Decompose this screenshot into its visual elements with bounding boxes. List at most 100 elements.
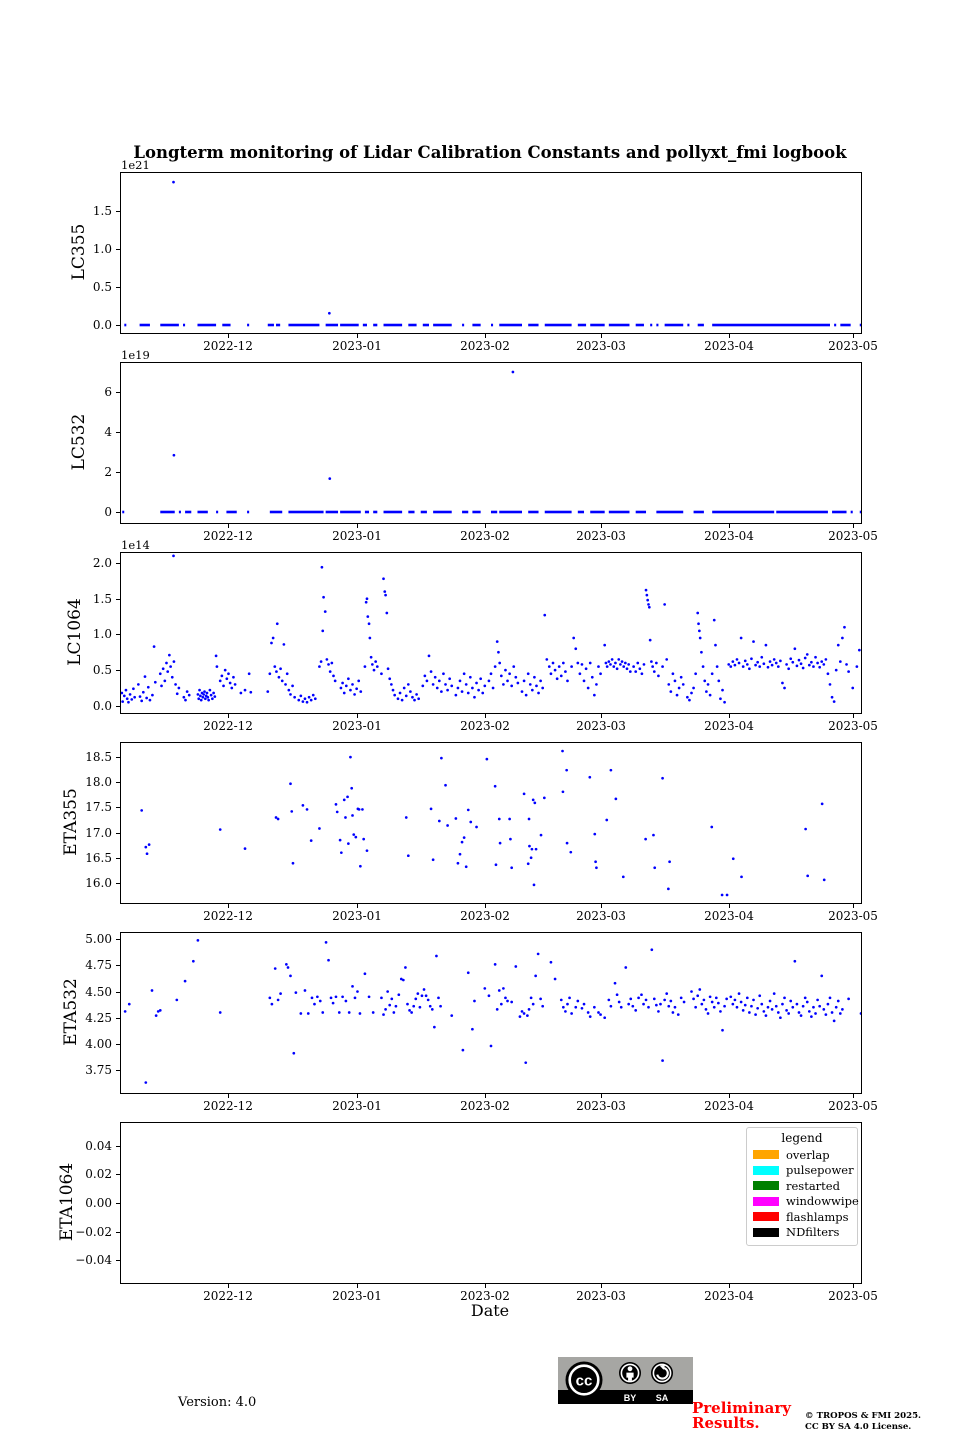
- data-point: [344, 684, 348, 688]
- y-tick-mark: [116, 211, 120, 212]
- data-point: [595, 866, 598, 870]
- y-tick-label: 16.0: [85, 876, 112, 890]
- data-point: [822, 1007, 826, 1011]
- data-point: [133, 695, 136, 699]
- y-tick-mark: [116, 1260, 120, 1261]
- x-tick-label: 2023-03: [576, 339, 626, 353]
- data-point: [205, 691, 209, 695]
- data-point: [735, 658, 739, 661]
- data-point: [745, 663, 749, 666]
- y-tick-mark: [116, 1018, 120, 1019]
- data-point: [218, 1011, 222, 1014]
- data-point: [604, 661, 608, 665]
- data-point: [644, 837, 647, 841]
- data-point: [289, 974, 292, 978]
- x-tick-mark: [228, 714, 229, 718]
- zero-line-segment: [340, 510, 361, 514]
- y-tick-mark: [116, 807, 120, 808]
- data-point: [529, 856, 533, 860]
- x-tick-label: 2023-01: [332, 1099, 382, 1113]
- data-point: [539, 833, 543, 837]
- zero-line-segment: [590, 323, 605, 327]
- data-point: [320, 565, 324, 569]
- data-point: [213, 695, 217, 698]
- data-point: [754, 1013, 757, 1016]
- data-point: [766, 1005, 770, 1009]
- data-point: [268, 996, 272, 1000]
- data-point: [415, 693, 418, 696]
- data-point: [522, 792, 526, 796]
- data-point: [698, 988, 702, 991]
- data-point: [667, 683, 671, 686]
- y-tick-label: 18.5: [85, 750, 112, 764]
- data-point: [675, 693, 679, 697]
- data-point: [328, 311, 331, 315]
- data-point: [128, 693, 132, 696]
- data-point: [329, 996, 333, 1000]
- x-tick-mark: [853, 904, 854, 908]
- data-point: [541, 1004, 545, 1008]
- data-point: [410, 1011, 413, 1014]
- zero-line-segment: [650, 323, 653, 327]
- data-point: [595, 683, 598, 686]
- data-point: [580, 1006, 584, 1010]
- data-point: [783, 996, 786, 1000]
- zero-line-segment: [697, 323, 704, 327]
- y-tick-label: 1.0: [92, 627, 112, 641]
- data-point: [679, 675, 683, 679]
- data-point: [559, 998, 563, 1002]
- data-point: [816, 661, 819, 665]
- data-point: [404, 966, 407, 969]
- data-point: [177, 686, 181, 690]
- data-point: [354, 835, 358, 839]
- data-point: [332, 674, 335, 678]
- data-point: [841, 1007, 844, 1011]
- data-point: [294, 991, 298, 994]
- data-point: [337, 1011, 341, 1014]
- data-point: [612, 665, 616, 668]
- zero-line-segment: [160, 323, 179, 327]
- data-point: [355, 687, 358, 691]
- data-point: [565, 768, 569, 772]
- data-point: [352, 833, 356, 836]
- data-point: [619, 1005, 623, 1009]
- data-point: [145, 852, 149, 856]
- y-tick-label: 4.00: [85, 1037, 112, 1051]
- x-tick-label: 2023-05: [828, 529, 878, 543]
- zero-line-segment: [185, 510, 192, 514]
- data-point: [785, 1009, 788, 1012]
- data-point: [279, 992, 282, 996]
- y-tick-mark: [116, 1232, 120, 1233]
- x-tick-label: 2022-12: [203, 1289, 253, 1303]
- data-point: [667, 1004, 671, 1008]
- data-point: [364, 600, 368, 604]
- data-point: [810, 1015, 813, 1019]
- data-point: [499, 674, 503, 678]
- data-point: [603, 1016, 607, 1020]
- data-point: [394, 1004, 398, 1008]
- figure-title: Longterm monitoring of Lidar Calibration…: [133, 143, 847, 162]
- legend-entry-ndfilters: NDfilters: [753, 1225, 851, 1241]
- data-point: [605, 665, 609, 668]
- legend-label: flashlamps: [786, 1209, 849, 1224]
- data-point: [172, 453, 176, 457]
- data-point: [781, 681, 784, 685]
- data-point: [694, 672, 697, 676]
- data-point: [402, 978, 405, 982]
- data-point: [422, 988, 426, 991]
- data-point: [692, 997, 695, 1001]
- x-tick-mark: [729, 904, 730, 908]
- data-point: [397, 993, 401, 997]
- data-point: [733, 998, 737, 1002]
- data-point: [528, 683, 532, 686]
- data-point: [531, 798, 535, 802]
- zero-line-segment: [160, 510, 175, 514]
- data-point: [836, 999, 840, 1003]
- data-point: [774, 661, 778, 665]
- data-point: [341, 681, 344, 685]
- data-point: [607, 998, 611, 1002]
- data-point: [582, 679, 586, 683]
- data-point: [620, 660, 624, 663]
- data-point: [172, 180, 175, 184]
- data-point: [834, 668, 838, 672]
